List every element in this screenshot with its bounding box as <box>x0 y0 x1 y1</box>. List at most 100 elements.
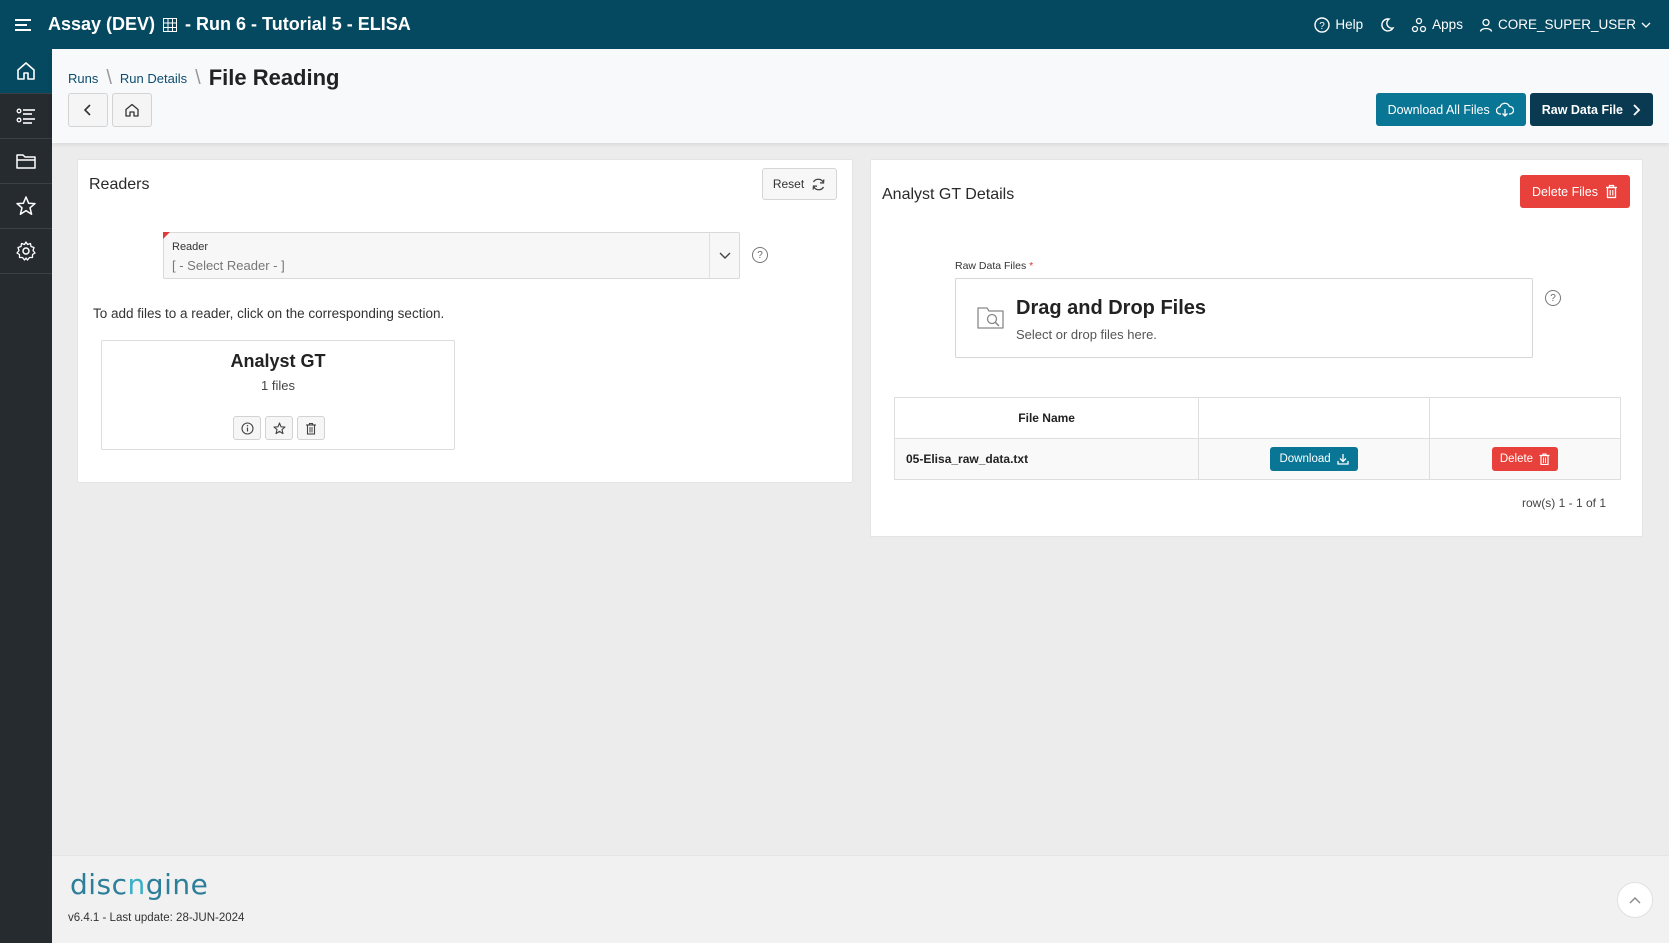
footer: discngine v6.4.1 - Last update: 28-JUN-2… <box>52 855 1669 943</box>
reader-delete-button[interactable] <box>297 416 325 440</box>
required-marker <box>163 232 170 239</box>
top-header: Assay (DEV) - Run 6 - Tutorial 5 - ELISA… <box>0 0 1669 49</box>
help-link[interactable]: ? Help <box>1314 16 1364 33</box>
raw-data-files-label: Raw Data Files * <box>955 260 1033 272</box>
download-file-button[interactable]: Download <box>1270 447 1358 471</box>
sidebar-item-favorites[interactable] <box>0 184 52 229</box>
moon-icon <box>1381 17 1395 32</box>
help-label: Help <box>1335 17 1364 32</box>
reader-select[interactable]: Reader [ - Select Reader - ] <box>163 232 740 279</box>
info-icon <box>240 421 254 435</box>
readers-hint: To add files to a reader, click on the c… <box>93 306 445 321</box>
home-icon <box>125 103 139 117</box>
page-header: Runs \ Run Details \ File Reading Downlo… <box>52 49 1669 143</box>
delete-files-button[interactable]: Delete Files <box>1520 175 1630 208</box>
download-all-label: Download All Files <box>1387 102 1490 117</box>
required-asterisk: * <box>1029 260 1034 272</box>
breadcrumb-separator: \ <box>106 66 112 89</box>
reset-label: Reset <box>772 177 805 191</box>
raw-data-file-button[interactable]: Raw Data File <box>1529 93 1653 126</box>
details-panel: Analyst GT Details Delete Files Raw Data… <box>870 159 1643 537</box>
dropzone-title: Drag and Drop Files <box>1016 297 1207 319</box>
chevron-down-icon <box>1641 22 1651 28</box>
star-icon <box>16 196 36 215</box>
trash-icon <box>306 422 316 435</box>
delete-files-label: Delete Files <box>1532 184 1598 199</box>
dropzone-subtitle: Select or drop files here. <box>1016 327 1157 342</box>
sidebar <box>0 49 52 943</box>
table-row: 05-Elisa_raw_data.txt Download Delete <box>893 438 1622 480</box>
user-menu[interactable]: CORE_SUPER_USER <box>1479 17 1651 32</box>
apps-menu[interactable]: Apps <box>1411 17 1463 33</box>
raw-data-files-text: Raw Data Files <box>955 260 1027 272</box>
scroll-to-top-button[interactable] <box>1617 882 1653 918</box>
star-icon <box>272 421 286 434</box>
column-header-download <box>1198 397 1430 439</box>
file-name-cell: 05-Elisa_raw_data.txt <box>893 438 1200 480</box>
raw-data-file-label: Raw Data File <box>1541 102 1623 117</box>
reader-card-analyst-gt[interactable]: Analyst GT 1 files <box>101 340 455 450</box>
reader-select-value: [ - Select Reader - ] <box>172 258 285 273</box>
reader-file-count: 1 files <box>261 378 295 393</box>
cloud-download-icon <box>1495 102 1514 117</box>
folder-search-icon <box>976 303 1006 336</box>
svg-text:?: ? <box>1320 21 1326 32</box>
files-table: File Name 05-Elisa_raw_data.txt Download… <box>893 397 1622 480</box>
chevron-left-icon <box>83 104 91 116</box>
delete-label: Delete <box>1499 453 1534 465</box>
delete-file-button[interactable]: Delete <box>1491 447 1559 471</box>
reader-info-button[interactable] <box>233 416 261 440</box>
download-all-files-button[interactable]: Download All Files <box>1375 93 1526 126</box>
reset-button[interactable]: Reset <box>762 168 837 200</box>
dark-mode-toggle[interactable] <box>1379 17 1395 33</box>
chevron-down-icon[interactable] <box>709 233 739 278</box>
chevron-up-icon <box>1629 897 1641 904</box>
sidebar-item-settings[interactable] <box>0 229 52 274</box>
discngine-logo: discngine <box>70 868 209 901</box>
grid-icon[interactable] <box>163 17 178 32</box>
chevron-right-icon <box>1633 103 1641 116</box>
trash-icon <box>1539 453 1550 465</box>
apps-icon <box>1412 17 1427 32</box>
sidebar-item-list[interactable] <box>0 94 52 139</box>
column-header-file-name[interactable]: File Name <box>893 397 1200 439</box>
breadcrumb-run-details[interactable]: Run Details <box>120 71 187 86</box>
user-name: CORE_SUPER_USER <box>1497 17 1636 32</box>
app-name: Assay (DEV) <box>48 14 156 34</box>
menu-icon[interactable] <box>0 0 48 49</box>
home-icon <box>17 62 35 80</box>
help-icon: ? <box>1314 16 1331 33</box>
trash-icon <box>1606 184 1617 199</box>
reader-select-label: Reader <box>172 241 209 253</box>
gear-icon <box>16 241 36 261</box>
sidebar-item-folder[interactable] <box>0 139 52 184</box>
column-header-delete <box>1428 397 1622 439</box>
apps-label: Apps <box>1432 17 1463 32</box>
page-title: File Reading <box>208 65 340 90</box>
row-count: row(s) 1 - 1 of 1 <box>1521 496 1606 510</box>
details-title: Analyst GT Details <box>882 186 1015 203</box>
readers-panel: Readers Reset Reader [ - Select Reader -… <box>77 159 853 483</box>
sidebar-item-home[interactable] <box>0 49 52 94</box>
download-label: Download <box>1279 453 1331 465</box>
user-icon <box>1479 18 1493 32</box>
refresh-icon <box>812 178 825 190</box>
back-button[interactable] <box>68 93 108 127</box>
list-icon <box>16 108 35 124</box>
breadcrumb-runs[interactable]: Runs <box>68 71 98 86</box>
delete-cell: Delete <box>1428 438 1622 480</box>
readers-title: Readers <box>89 176 150 193</box>
folder-icon <box>16 154 36 169</box>
run-title: - Run 6 - Tutorial 5 - ELISA <box>185 14 411 34</box>
home-button[interactable] <box>112 93 152 127</box>
download-cell: Download <box>1198 438 1430 480</box>
download-icon <box>1336 454 1349 465</box>
reader-favorite-button[interactable] <box>265 416 293 440</box>
version-info: v6.4.1 - Last update: 28-JUN-2024 <box>68 912 245 924</box>
help-icon[interactable]: ? <box>1545 290 1561 306</box>
reader-name: Analyst GT <box>230 351 326 371</box>
app-title: Assay (DEV) - Run 6 - Tutorial 5 - ELISA <box>48 14 411 35</box>
file-dropzone[interactable]: Drag and Drop Files Select or drop files… <box>955 278 1533 358</box>
breadcrumb: Runs \ Run Details \ File Reading <box>68 65 339 91</box>
help-icon[interactable]: ? <box>752 247 768 263</box>
